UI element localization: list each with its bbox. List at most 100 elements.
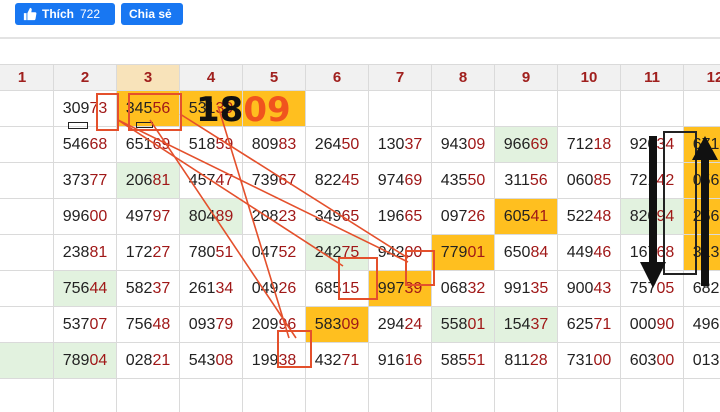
result-cell [305, 90, 369, 127]
handwritten-part-a: 18 [196, 90, 244, 130]
result-cell: 99135 [494, 270, 558, 307]
highlight-box [405, 250, 435, 286]
result-cell [0, 378, 54, 412]
result-cell [116, 378, 180, 412]
result-cell [494, 378, 558, 412]
result-cell: 44946 [557, 234, 621, 271]
result-cell [0, 198, 54, 235]
column-header: 12 [683, 64, 720, 91]
result-cell: 80983 [242, 126, 306, 163]
result-cell: 49797 [116, 198, 180, 235]
result-cell: 75705 [620, 270, 684, 307]
result-cell: 06832 [431, 270, 495, 307]
result-cell: 71218 [557, 126, 621, 163]
result-cell: 60300 [620, 342, 684, 379]
result-cell: 60541 [494, 198, 558, 235]
like-button[interactable]: Thích 722 [15, 3, 115, 25]
result-cell [0, 90, 54, 127]
result-cell [242, 378, 306, 412]
result-cell: 19665 [368, 198, 432, 235]
column-header: 6 [305, 64, 369, 91]
result-cell: 43550 [431, 162, 495, 199]
like-count: 722 [80, 7, 101, 21]
result-cell: 15437 [494, 306, 558, 343]
result-cell [620, 378, 684, 412]
result-cell: 26134 [179, 270, 243, 307]
result-cell: 58309 [305, 306, 369, 343]
result-cell [368, 378, 432, 412]
column-header: 9 [494, 64, 558, 91]
column-header: 5 [242, 64, 306, 91]
result-cell: 02821 [116, 342, 180, 379]
result-cell [683, 90, 720, 127]
result-cell: 01367 [683, 342, 720, 379]
result-cell: 09726 [431, 198, 495, 235]
result-cell [179, 378, 243, 412]
column-header-row: 12345678910111213 [0, 64, 720, 91]
result-cell: 29424 [368, 306, 432, 343]
result-cell: 99600 [53, 198, 117, 235]
result-cell: 75644 [53, 270, 117, 307]
result-cell [431, 90, 495, 127]
result-cell [683, 378, 720, 412]
result-cell: 58551 [431, 342, 495, 379]
result-cell: 09379 [179, 306, 243, 343]
share-button[interactable]: Chia sẻ [121, 3, 183, 25]
result-cell: 53707 [53, 306, 117, 343]
result-cell [0, 306, 54, 343]
result-cell [0, 234, 54, 271]
table-row: 78904 02821 54308 19938 43271 91616 58551 81128… [0, 342, 720, 379]
result-cell: 97469 [368, 162, 432, 199]
result-cell: 04926 [242, 270, 306, 307]
result-cell: 58237 [116, 270, 180, 307]
column-header: 11 [620, 64, 684, 91]
table-row: 53707 75648 09379 20996 58309 29424 55801 15437… [0, 306, 720, 343]
result-cell: 00090 [620, 306, 684, 343]
result-cell [0, 162, 54, 199]
result-cell [494, 90, 558, 127]
result-cell: 73100 [557, 342, 621, 379]
result-cell: 54668 [53, 126, 117, 163]
column-header: 1 [0, 64, 54, 91]
result-cell: 26450 [305, 126, 369, 163]
table-row: 99600 49797 80489 20823 34965 19665 09726 60541… [0, 198, 720, 235]
result-cell: 78051 [179, 234, 243, 271]
result-cell: 43271 [305, 342, 369, 379]
result-cell: 34965 [305, 198, 369, 235]
result-cell: 81128 [494, 342, 558, 379]
result-cell: 20823 [242, 198, 306, 235]
result-cell [431, 378, 495, 412]
divider [0, 37, 720, 39]
table-row: 37377 20681 45747 73967 82245 97469 43550 31156… [0, 162, 720, 199]
result-cell: 49604 [683, 306, 720, 343]
result-cell: 82245 [305, 162, 369, 199]
result-cell: 80489 [179, 198, 243, 235]
result-cell: 94309 [431, 126, 495, 163]
result-cell: 65084 [494, 234, 558, 271]
column-header: 2 [53, 64, 117, 91]
highlight-box [96, 93, 119, 131]
result-cell [368, 90, 432, 127]
result-cell: 77901 [431, 234, 495, 271]
result-cell: 45747 [179, 162, 243, 199]
result-cell: 75648 [116, 306, 180, 343]
small-mark [136, 122, 153, 128]
column-header: 8 [431, 64, 495, 91]
highlight-box [338, 257, 378, 300]
highlight-box [277, 330, 312, 368]
result-cell [557, 90, 621, 127]
column-header: 4 [179, 64, 243, 91]
result-cell: 23881 [53, 234, 117, 271]
table-row [0, 378, 720, 412]
share-label: Chia sẻ [129, 7, 172, 21]
result-cell: 91616 [368, 342, 432, 379]
result-cell: 65169 [116, 126, 180, 163]
social-toolbar: Thích 722 Chia sẻ [0, 0, 720, 64]
result-cell [0, 126, 54, 163]
column-header: 3 [116, 64, 180, 91]
result-cell: 73967 [242, 162, 306, 199]
result-cell: 51859 [179, 126, 243, 163]
like-label: Thích [42, 7, 74, 21]
result-cell [0, 342, 54, 379]
small-mark [68, 122, 88, 129]
